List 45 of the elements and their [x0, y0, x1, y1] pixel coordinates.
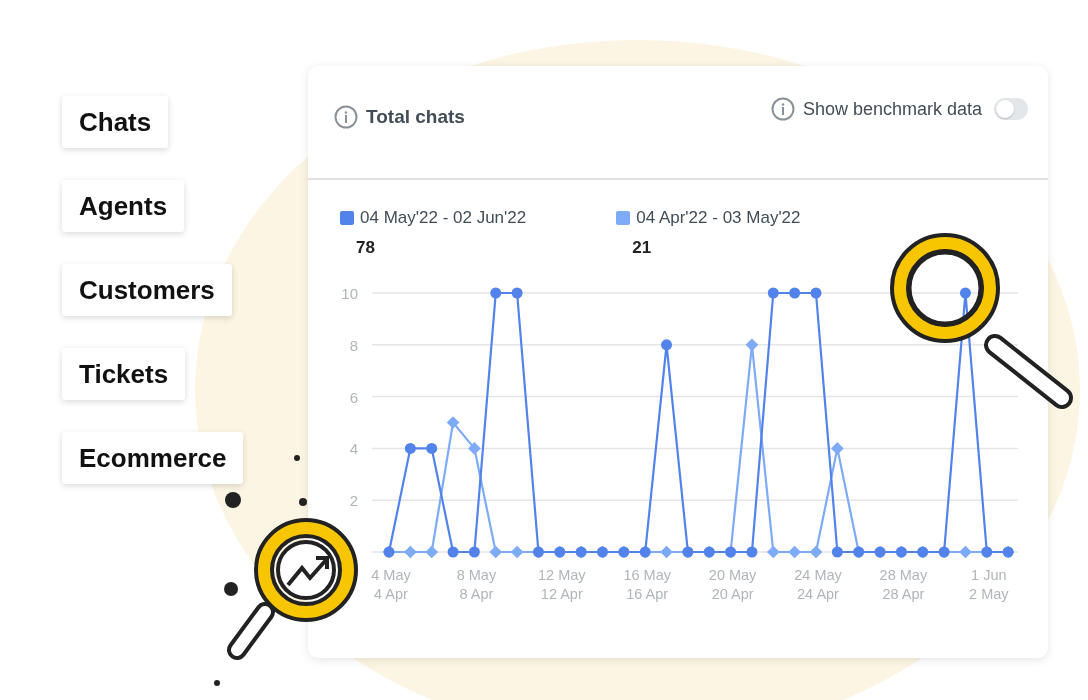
- point: [661, 339, 673, 351]
- menu-item[interactable]: Chats: [62, 96, 169, 148]
- menu-item[interactable]: Tickets: [62, 348, 186, 400]
- menu-item[interactable]: Ecommerce: [62, 432, 244, 484]
- axis-label: 16 May 16 Apr: [623, 567, 671, 602]
- point: [468, 442, 481, 455]
- point: [810, 287, 822, 299]
- legend-total: 78: [355, 238, 376, 258]
- axis-label: 1 Jun 2 May: [969, 567, 1009, 602]
- axis-label: 12 May 12 Apr: [538, 567, 586, 602]
- point: [468, 546, 480, 558]
- menu-item[interactable]: Agents: [62, 180, 185, 232]
- axis-label: 6: [349, 388, 358, 406]
- legend-label: 04 May'22 - 02 Jun'22: [360, 208, 527, 228]
- point: [745, 338, 759, 352]
- point: [831, 546, 843, 558]
- toggle-label: Show benchmark data: [802, 98, 982, 120]
- point: [809, 545, 823, 559]
- axis-label: 2: [349, 492, 358, 510]
- axis-label: 24 May 24 Apr: [794, 567, 842, 602]
- legend-label: 04 Apr'22 - 03 May'22: [636, 208, 801, 228]
- legend-total: 21: [631, 238, 653, 258]
- axis-label: 8 May 8 Apr: [456, 567, 497, 602]
- axis-label: 20 May 20 Apr: [708, 567, 757, 602]
- benchmark-toggle[interactable]: [994, 98, 1028, 120]
- info-icon: [334, 105, 358, 129]
- axis-label: 4: [349, 440, 358, 458]
- info-icon: [770, 97, 795, 121]
- menu-item[interactable]: Customers: [62, 264, 232, 316]
- axis-label: 10: [341, 285, 358, 302]
- axis-label: 28 May 28 Apr: [879, 567, 928, 602]
- point: [511, 287, 523, 299]
- axis-label: 4 May 4 Apr: [371, 567, 411, 602]
- point: [830, 442, 844, 455]
- point: [447, 546, 459, 558]
- point: [767, 287, 779, 299]
- point: [426, 442, 438, 454]
- point: [489, 545, 503, 559]
- point: [746, 546, 758, 558]
- point: [404, 442, 416, 454]
- card-title: Total chats: [366, 106, 465, 128]
- point: [959, 287, 971, 299]
- point: [789, 287, 801, 299]
- point: [490, 287, 502, 299]
- axis-label: 8: [349, 336, 358, 354]
